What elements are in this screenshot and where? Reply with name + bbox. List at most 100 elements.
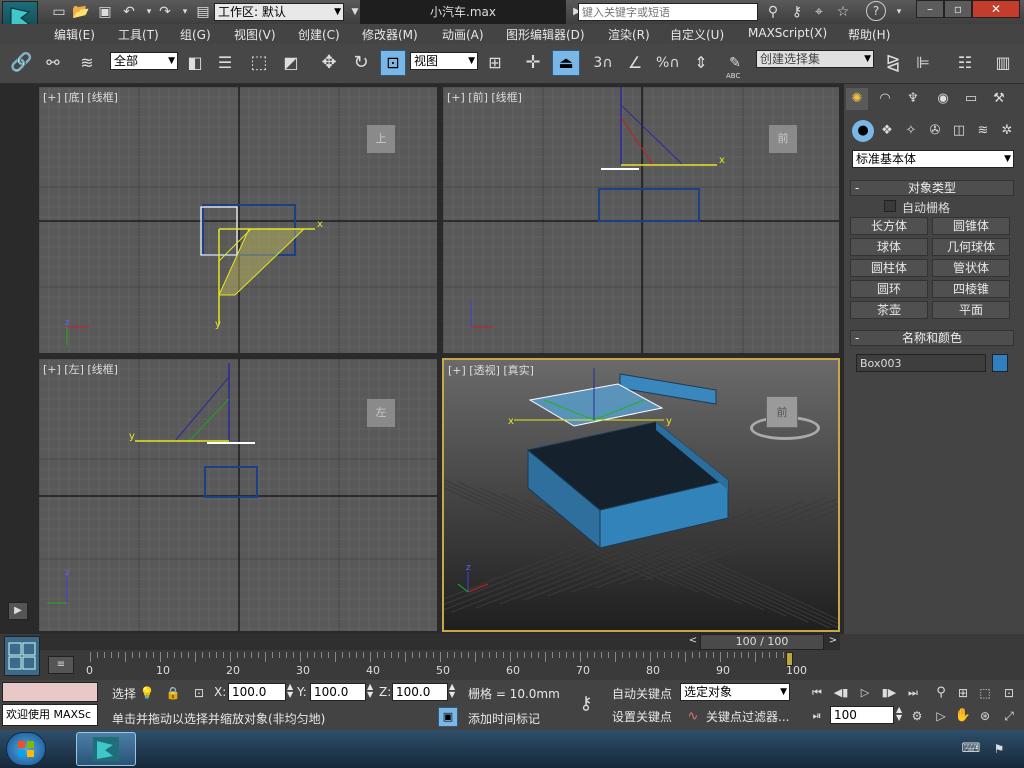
curve-editor-icon[interactable]: ≡	[48, 656, 74, 674]
shapes-icon[interactable]: ❖	[876, 120, 898, 142]
layer-manager-icon[interactable]: ☷	[954, 52, 976, 74]
time-slider[interactable]: < 100 / 100 >	[40, 634, 840, 650]
zoom-extents-all-icon[interactable]: ⊡	[998, 682, 1020, 704]
menu-rendering[interactable]: 渲染(R)	[608, 26, 650, 43]
keyboard-shortcut-override-icon[interactable]: ⏏	[552, 50, 580, 76]
key-mode-toggle-icon[interactable]: ⏯	[806, 705, 828, 727]
angle-snap-icon[interactable]: ∠	[624, 52, 646, 74]
binoculars-icon[interactable]: ⚲	[762, 1, 784, 23]
helpers-icon[interactable]: ◫	[948, 120, 970, 142]
current-frame-field[interactable]: 100	[830, 706, 894, 724]
x-spinner-icon[interactable]: ▲ ▼	[287, 683, 293, 699]
pan-icon[interactable]: ✋	[952, 705, 974, 727]
viewport-front-label[interactable]: [+] [前] [线框]	[447, 89, 522, 105]
select-link-icon[interactable]: 🔗	[10, 52, 32, 74]
ref-coord-dropdown[interactable]: 视图 ▼	[410, 52, 478, 70]
viewport-perspective[interactable]: x y z [+] [透视] [真实] 前	[442, 358, 840, 632]
percent-snap-icon[interactable]: %∩	[656, 52, 680, 74]
frame-spinner-icon[interactable]: ▲ ▼	[896, 706, 902, 722]
mirror-icon[interactable]: ⧎	[882, 52, 904, 74]
category-dropdown[interactable]: 标准基本体 ▼	[852, 150, 1014, 168]
rect-selection-icon[interactable]: ⬚	[248, 52, 270, 74]
hierarchy-tab-icon[interactable]: ♆	[902, 88, 924, 110]
viewport-left[interactable]: y z [+] [左] [线框] 左	[38, 358, 438, 632]
viewport-bottom-label[interactable]: [+] [底] [线框]	[43, 89, 118, 105]
maximize-viewport-icon[interactable]: ⤢	[998, 705, 1020, 727]
viewport-perspective-label[interactable]: [+] [透视] [真实]	[448, 362, 534, 378]
redo-icon[interactable]: ↷	[154, 1, 176, 23]
geosphere-button[interactable]: 几何球体	[932, 238, 1010, 256]
box-wireframe[interactable]	[598, 188, 700, 222]
object-color-swatch[interactable]	[992, 354, 1008, 372]
set-key-mode-icon[interactable]: ⚷	[568, 690, 604, 718]
taskbar-3dsmax-button[interactable]	[76, 732, 136, 766]
time-tag-icon[interactable]: ▣	[438, 707, 458, 727]
object-name-input[interactable]	[856, 354, 986, 372]
select-object-icon[interactable]: ◧	[184, 52, 206, 74]
box-button[interactable]: 长方体	[850, 217, 928, 235]
scale-gizmo-plane[interactable]	[218, 228, 306, 296]
rotate-icon[interactable]: ↻	[350, 52, 372, 74]
isolate-icon[interactable]: 💡	[136, 682, 158, 704]
key-filters-icon[interactable]: ∿	[682, 706, 704, 728]
next-frame-icon[interactable]: >	[826, 635, 840, 649]
menu-tools[interactable]: 工具(T)	[118, 26, 159, 43]
next-key-icon[interactable]: ▮▶	[878, 682, 900, 704]
maxscript-listener-output[interactable]	[2, 682, 98, 702]
selection-filter-dropdown[interactable]: 全部 ▼	[110, 52, 178, 70]
move-icon[interactable]: ✥	[318, 52, 340, 74]
name-color-rollout-header[interactable]: - 名称和颜色	[850, 330, 1014, 346]
bind-space-warp-icon[interactable]: ≋	[76, 52, 98, 74]
maximize-icon[interactable]: ▫	[944, 0, 972, 18]
cylinder-button[interactable]: 圆柱体	[850, 259, 928, 277]
select-by-name-icon[interactable]: ☰	[214, 52, 236, 74]
menu-help[interactable]: 帮助(H)	[848, 26, 890, 43]
z-coord-field[interactable]: 100.0	[392, 683, 448, 701]
scale-icon[interactable]: ⊡	[380, 50, 406, 76]
menu-customize[interactable]: 自定义(U)	[670, 26, 724, 43]
key-filters-button[interactable]: 关键点过滤器...	[706, 708, 789, 725]
window-crossing-icon[interactable]: ◩	[280, 52, 302, 74]
plane-button[interactable]: 平面	[932, 301, 1010, 319]
z-spinner-icon[interactable]: ▲ ▼	[449, 683, 455, 699]
goto-start-icon[interactable]: ⏮	[806, 682, 828, 704]
add-time-tag[interactable]: 添加时间标记	[468, 710, 540, 727]
zoom-extents-icon[interactable]: ⬚	[974, 682, 996, 704]
save-icon[interactable]: ▣	[94, 1, 116, 23]
minimize-icon[interactable]: –	[916, 0, 944, 18]
time-config-icon[interactable]: ⚙	[906, 705, 928, 727]
viewcube[interactable]: 上	[367, 125, 395, 153]
favorites-star-icon[interactable]: ☆	[832, 1, 854, 23]
track-bar[interactable]: 0 10 20 30 40 50 60 70 80 90 100	[86, 652, 807, 680]
viewport-front[interactable]: x [+] [前] [线框] 前	[442, 86, 840, 354]
absolute-mode-icon[interactable]: ⊡	[188, 682, 210, 704]
display-tab-icon[interactable]: ▭	[960, 88, 982, 110]
search-input[interactable]	[578, 3, 758, 21]
lights-icon[interactable]: ✧	[900, 120, 922, 142]
auto-grid-checkbox[interactable]	[884, 200, 896, 212]
pyramid-button[interactable]: 四棱锥	[932, 280, 1010, 298]
zoom-all-icon[interactable]: ⊞	[952, 682, 974, 704]
menu-graph-editors[interactable]: 图形编辑器(D)	[506, 26, 585, 43]
viewport-layout-button[interactable]	[4, 636, 40, 676]
key-icon[interactable]: ⚷	[786, 1, 808, 23]
zoom-icon[interactable]: ⚲	[930, 682, 952, 704]
select-manipulate-icon[interactable]: ✛	[522, 52, 544, 74]
snap-toggle-icon[interactable]: 3∩	[592, 52, 614, 74]
flag-tray-icon[interactable]: ⚑	[988, 738, 1010, 760]
create-tab-icon[interactable]: ✺	[846, 88, 868, 110]
auto-key-button[interactable]: 自动关键点	[612, 685, 672, 702]
viewport-left-label[interactable]: [+] [左] [线框]	[43, 361, 118, 377]
set-key-button[interactable]: 设置关键点	[612, 708, 672, 725]
menu-maxscript[interactable]: MAXScript(X)	[748, 26, 827, 40]
play-icon[interactable]: ▷	[854, 682, 876, 704]
edit-named-sel-icon[interactable]: ✎	[724, 52, 746, 74]
help-dropdown-icon[interactable]: ▾	[888, 1, 910, 23]
prev-key-icon[interactable]: ◀▮	[830, 682, 852, 704]
y-spinner-icon[interactable]: ▲ ▼	[367, 683, 373, 699]
close-icon[interactable]: ✕	[972, 0, 1020, 18]
open-file-icon[interactable]: 📂	[70, 1, 92, 23]
cone-button[interactable]: 圆锥体	[932, 217, 1010, 235]
teapot-button[interactable]: 茶壶	[850, 301, 928, 319]
comm-center-icon[interactable]: ⌖	[808, 1, 830, 23]
